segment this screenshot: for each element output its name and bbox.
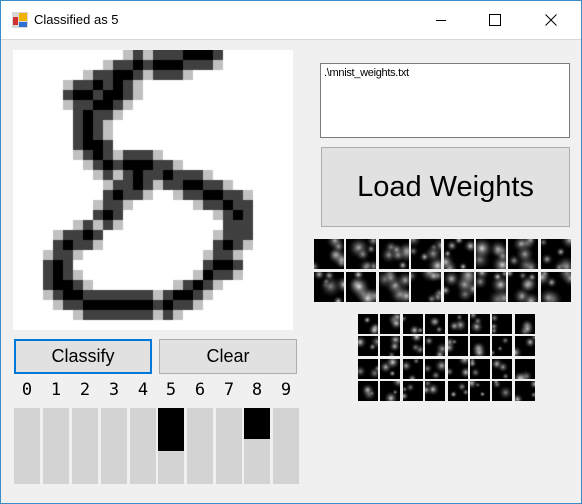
maximize-icon [489,14,501,26]
output-bar-8 [244,408,270,484]
digit-label-9: 9 [280,380,292,400]
weights-path-textbox[interactable]: .\mnist_weights.txt [320,63,570,138]
digit-label-0: 0 [21,380,33,400]
feature-map-tile [476,272,506,302]
feature-map-tile [402,314,423,334]
close-button[interactable] [528,1,574,39]
feature-map-tile [378,272,409,302]
feature-map-tile [425,314,446,334]
close-icon [545,14,557,26]
feature-map-tile [540,239,571,269]
digit-label-4: 4 [137,380,149,400]
digit-label-5: 5 [165,380,177,400]
feature-map-tile [492,336,513,357]
feature-map-tile [314,272,344,302]
feature-map-tile [492,381,513,402]
clear-button[interactable]: Clear [159,339,297,374]
maximize-button[interactable] [472,1,518,39]
digit-label-7: 7 [223,380,235,400]
feature-map-tile [470,336,490,357]
output-bar-1 [43,408,69,484]
feature-map-tile [425,358,446,379]
feature-map-tile [514,381,535,402]
output-bar-0 [14,408,40,484]
feature-map-tile [425,336,446,357]
feature-map-tile [402,358,423,379]
feature-map-tile [470,358,490,379]
feature-map-tile [492,314,513,334]
output-bar-6 [187,408,213,484]
feature-map-tile [447,381,468,402]
output-bar-2 [72,408,98,484]
feature-map-tile [314,239,344,269]
feature-map-tile [402,381,423,402]
app-form-icon [12,12,28,28]
feature-map-tile [378,239,409,269]
digit-label-2: 2 [79,380,91,400]
output-bar-5 [158,408,184,484]
feature-map-tile [514,314,535,334]
feature-map-tile [470,314,490,334]
feature-map-tile [476,239,506,269]
feature-map-tile [380,358,401,379]
feature-map-tile [411,239,442,269]
feature-map-tile [358,336,378,357]
output-bar-7 [216,408,242,484]
digit-label-3: 3 [108,380,120,400]
output-bar-4 [130,408,156,484]
digit-label-1: 1 [50,380,62,400]
feature-map-tile [447,314,468,334]
feature-map-tile [508,239,539,269]
feature-map-tile [425,381,446,402]
app-window: Classified as 5 .\mnist_weights.txt Load… [0,0,582,504]
feature-map-tile [358,358,378,379]
digit-label-6: 6 [194,380,206,400]
feature-map-tile [470,381,490,402]
feature-map-tile [447,358,468,379]
window-title: Classified as 5 [34,12,119,27]
feature-map-tile [514,336,535,357]
minimize-button[interactable] [418,1,464,39]
feature-map-tile [508,272,539,302]
feature-map-tile [443,239,474,269]
feature-map-tile [443,272,474,302]
output-bar-3 [101,408,127,484]
feature-map-tile [358,314,378,334]
feature-map-tile [492,358,513,379]
minimize-icon [436,20,446,21]
feature-map-tile [447,336,468,357]
title-bar: Classified as 5 [1,1,581,40]
feature-map-tile [358,381,378,402]
load-weights-button[interactable]: Load Weights [321,147,570,227]
output-bar-9 [273,408,299,484]
digit-label-8: 8 [251,380,263,400]
feature-map-tile [514,358,535,379]
feature-map-tile [346,239,377,269]
feature-map-tile [380,336,401,357]
output-bar-fill [244,408,270,440]
feature-map-tile [540,272,571,302]
feature-map-tile [380,381,401,402]
feature-map-tile [402,336,423,357]
drawing-canvas[interactable] [13,50,293,330]
feature-map-tile [411,272,442,302]
feature-map-tile [380,314,401,334]
classify-button[interactable]: Classify [14,339,152,374]
feature-map-tile [346,272,377,302]
output-bar-fill [158,408,184,452]
